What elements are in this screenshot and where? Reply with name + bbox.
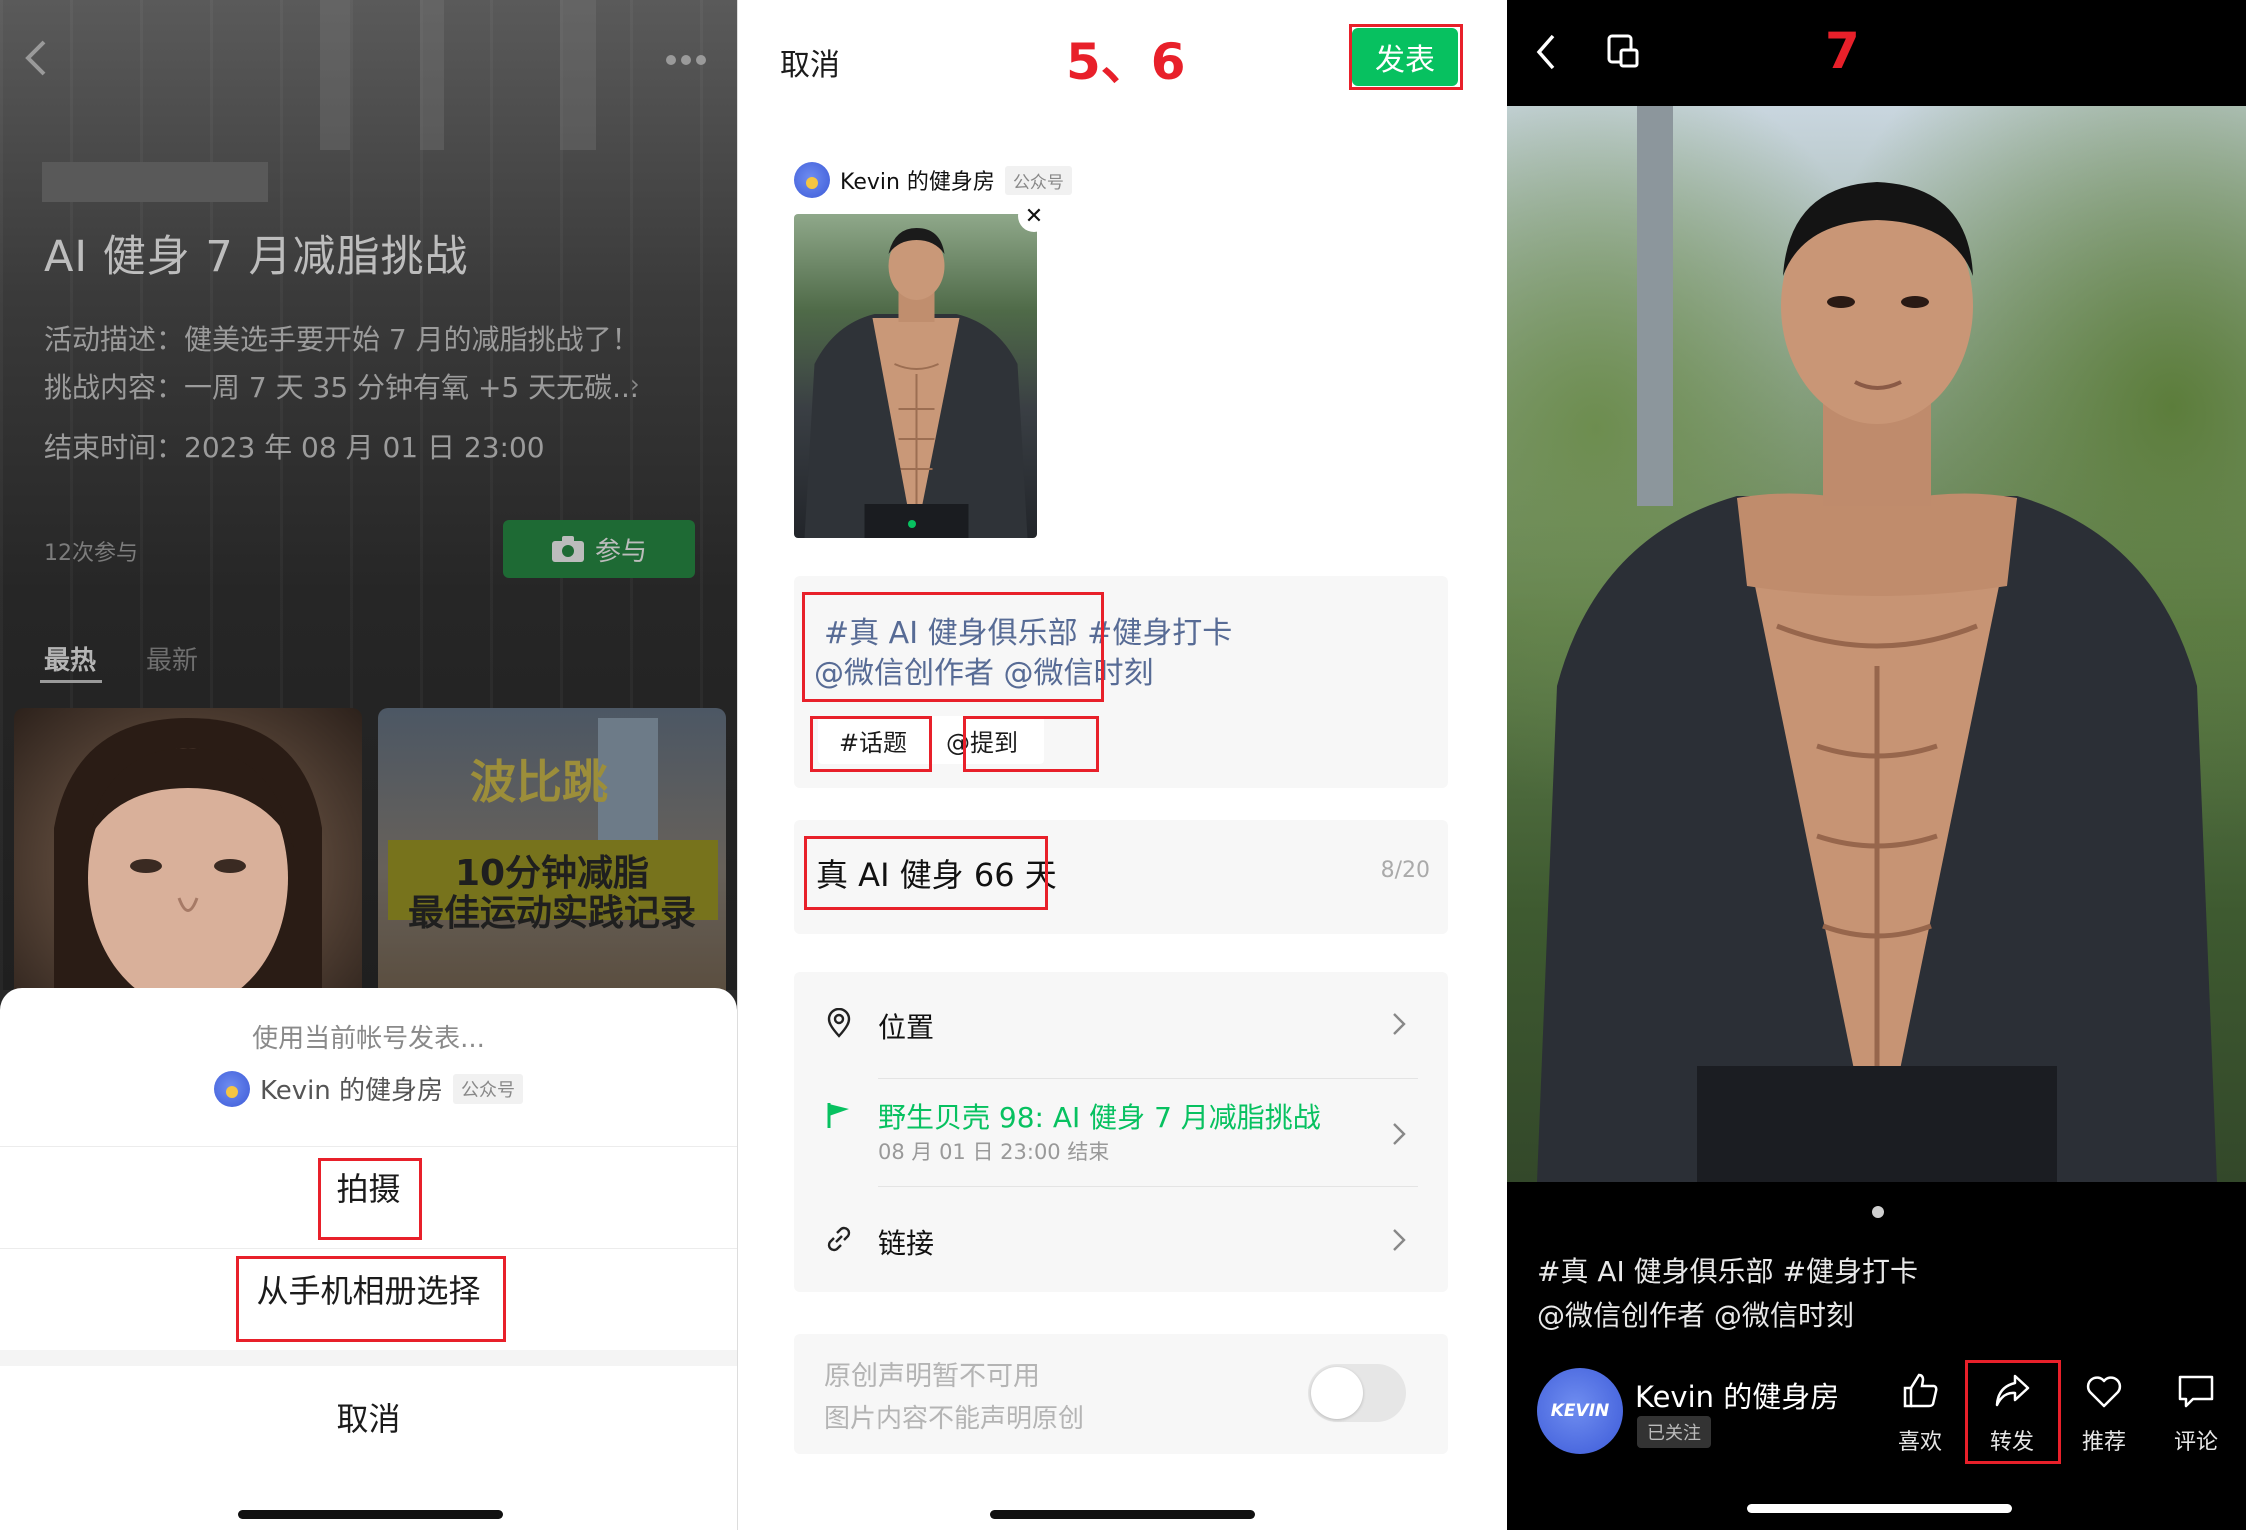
- highlight-box: [810, 716, 932, 772]
- highlight-box: [802, 592, 1104, 702]
- like-label: 喜欢: [1897, 1430, 1942, 1455]
- chevron-right-icon[interactable]: ›: [630, 370, 640, 398]
- active-tab-indicator: [40, 680, 102, 683]
- home-indicator: [990, 1510, 1255, 1519]
- highlight-box: [804, 836, 1048, 910]
- location-pin-icon: [827, 1008, 851, 1038]
- account-badge: 公众号: [453, 1073, 524, 1104]
- account-avatar: [213, 1070, 250, 1107]
- highlight-box: [236, 1256, 506, 1342]
- home-indicator: [1747, 1504, 2012, 1513]
- chevron-right-icon: [1393, 1123, 1406, 1145]
- blurred-region: [42, 162, 268, 202]
- sheet-cancel-button[interactable]: 取消: [0, 1394, 737, 1440]
- compose-panel: 取消 5、6 发表 Kevin 的健身房 公众号 ✕ #真 AI 健身俱乐部 #…: [737, 0, 1507, 1530]
- back-icon[interactable]: [1533, 32, 1559, 72]
- sheet-title: 使用当前帐号发表...: [252, 1024, 485, 1054]
- photo-indicator-dot: [908, 520, 916, 528]
- tab-hot[interactable]: 最热: [44, 640, 96, 677]
- flag-icon: [827, 1103, 849, 1128]
- activity-panel: AI 健身 7 月减脂挑战 活动描述：健美选手要开始 7 月的减脂挑战了！ 挑战…: [0, 0, 737, 1530]
- sheet-separator: [0, 1350, 737, 1366]
- activity-description: 活动描述：健美选手要开始 7 月的减脂挑战了！: [44, 323, 640, 356]
- step-label: 7: [1825, 22, 1860, 80]
- activity-challenge[interactable]: 挑战内容：一周 7 天 35 分钟有氧 +5 天无碳...: [44, 366, 639, 406]
- step-label: 5、6: [1066, 33, 1186, 91]
- highlight-box: [963, 716, 1099, 772]
- title-counter: 8/20: [1380, 858, 1430, 883]
- account-name: Kevin 的健身房: [259, 1076, 444, 1106]
- comment-button[interactable]: 评论: [2163, 1368, 2229, 1458]
- join-button[interactable]: 参与: [503, 520, 695, 578]
- page-indicator-dot: [1872, 1206, 1884, 1218]
- man-figure: [804, 228, 1027, 538]
- activity-row[interactable]: 野生贝壳 98: AI 健身 7 月减脂挑战 08 月 01 日 23:00 结…: [794, 1078, 1448, 1186]
- highlight-box: [1349, 24, 1463, 90]
- follow-status-badge: 已关注: [1637, 1416, 1711, 1448]
- woman-portrait: [54, 718, 322, 998]
- participation-count: 12次参与: [44, 541, 138, 566]
- divider: [0, 1248, 737, 1249]
- chevron-right-icon: [1393, 1013, 1406, 1035]
- location-row[interactable]: 位置: [794, 972, 1448, 1076]
- thumbs-up-icon: [1903, 1373, 1938, 1408]
- post-thumbnail-woman[interactable]: [14, 708, 362, 998]
- highlight-box: [318, 1158, 422, 1240]
- post-thumbnail-burpee[interactable]: 波比跳 10分钟减脂 最佳运动实践记录: [378, 708, 726, 998]
- gym-equipment-shape: [320, 0, 350, 150]
- divider: [0, 1146, 737, 1147]
- recommend-label: 推荐: [2081, 1430, 2126, 1455]
- like-button[interactable]: 喜欢: [1887, 1368, 1953, 1458]
- comment-label: 评论: [2173, 1430, 2218, 1455]
- account-avatar[interactable]: KEVIN: [1537, 1368, 1623, 1454]
- tab-new[interactable]: 最新: [146, 640, 198, 677]
- gym-equipment-shape: [420, 0, 444, 150]
- link-icon: [827, 1226, 851, 1252]
- close-icon[interactable]: ✕: [1018, 200, 1050, 232]
- back-icon[interactable]: [22, 38, 52, 78]
- original-toggle[interactable]: [1308, 1364, 1406, 1422]
- link-row[interactable]: 链接: [794, 1186, 1448, 1290]
- account-name: Kevin 的健身房: [840, 170, 995, 195]
- original-reason: 图片内容不能声明原创: [824, 1404, 1085, 1434]
- account-avatar: [794, 162, 830, 198]
- activity-end: 08 月 01 日 23:00 结束: [878, 1140, 1110, 1164]
- post-photo[interactable]: [1507, 106, 2246, 1182]
- activity-label: 野生贝壳 98: AI 健身 7 月减脂挑战: [878, 1101, 1321, 1134]
- account-name[interactable]: Kevin 的健身房: [1635, 1374, 1839, 1416]
- selected-photo[interactable]: [794, 214, 1037, 538]
- thumbnail-caption-2: 最佳运动实践记录: [407, 893, 696, 934]
- link-label: 链接: [878, 1227, 935, 1260]
- account-badge: 公众号: [1004, 165, 1072, 195]
- man-figure: [1537, 106, 2217, 1182]
- heart-icon: [2086, 1376, 2122, 1408]
- post-view-panel: 7 #真 AI 健身俱乐部 #健身打卡 @微信创作者 @微信时刻 KEVIN K…: [1507, 0, 2246, 1530]
- settings-card: 位置 野生贝壳 98: AI 健身 7 月减脂挑战 08 月 01 日 23:0…: [794, 972, 1448, 1292]
- highlight-box: [1965, 1360, 2061, 1464]
- recommend-button[interactable]: 推荐: [2071, 1368, 2137, 1458]
- activity-end-time: 结束时间：2023 年 08 月 01 日 23:00: [44, 431, 545, 464]
- caption-line-1: #真 AI 健身俱乐部 #健身打卡: [1537, 1255, 1919, 1288]
- location-label: 位置: [878, 1011, 935, 1044]
- more-icon[interactable]: [665, 54, 707, 66]
- camera-icon: [551, 536, 584, 562]
- join-label: 参与: [594, 536, 647, 567]
- home-indicator: [238, 1510, 503, 1519]
- chevron-right-icon: [1393, 1229, 1406, 1251]
- float-window-icon[interactable]: [1603, 32, 1643, 72]
- original-unavailable: 原创声明暂不可用: [824, 1361, 1040, 1392]
- compose-account: Kevin 的健身房 公众号: [794, 162, 1072, 198]
- sheet-account: Kevin 的健身房 公众号: [0, 1070, 737, 1107]
- thumbnail-title: 波比跳: [470, 755, 608, 809]
- comment-icon: [2178, 1375, 2214, 1408]
- activity-title: AI 健身 7 月减脂挑战: [44, 232, 469, 282]
- original-declaration-card: 原创声明暂不可用 图片内容不能声明原创: [794, 1334, 1448, 1454]
- gym-equipment-shape: [560, 0, 596, 150]
- caption-line-2: @微信创作者 @微信时刻: [1537, 1299, 1854, 1332]
- cancel-button[interactable]: 取消: [780, 40, 840, 84]
